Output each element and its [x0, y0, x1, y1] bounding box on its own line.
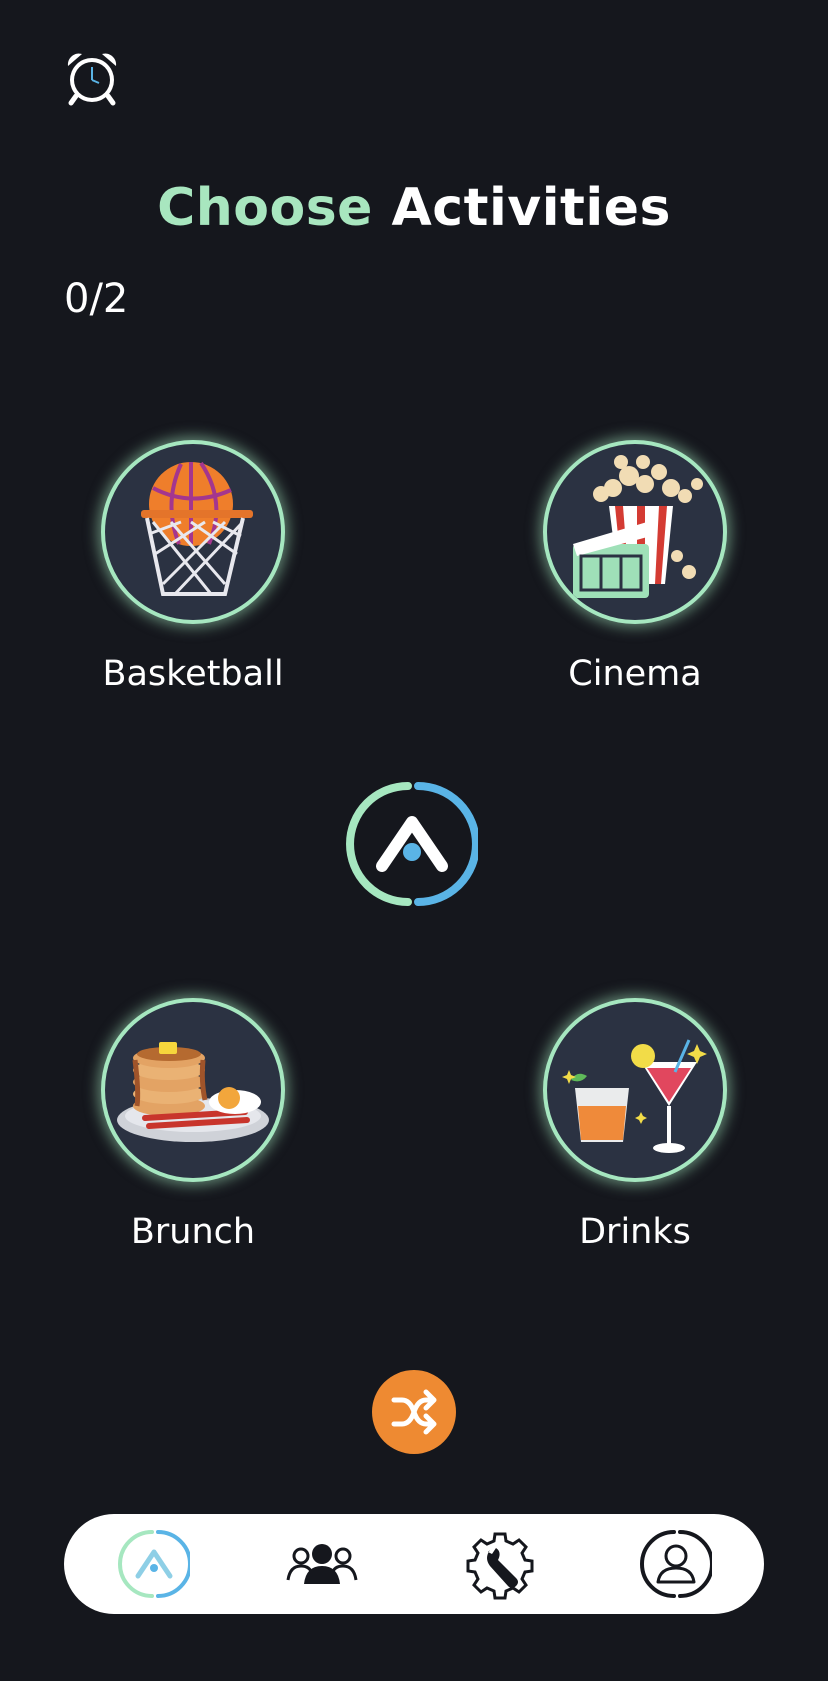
shuffle-icon	[391, 1389, 437, 1435]
nav-profile[interactable]	[640, 1528, 714, 1600]
activity-brunch-circle[interactable]	[101, 998, 285, 1182]
activity-basketball-label: Basketball	[102, 654, 284, 694]
basketball-hoop-icon	[141, 461, 253, 596]
group-icon	[286, 1544, 358, 1584]
nav-settings[interactable]	[464, 1528, 536, 1600]
activity-drinks-label: Drinks	[579, 1212, 691, 1252]
app-logo-icon	[118, 1530, 192, 1598]
title-accent: Choose	[157, 178, 373, 238]
shuffle-button[interactable]	[372, 1370, 456, 1454]
activity-drinks-circle[interactable]	[543, 998, 727, 1182]
bottom-nav-bar	[64, 1514, 764, 1614]
activity-brunch-label: Brunch	[130, 1212, 256, 1252]
wrench-gear-icon	[466, 1532, 534, 1600]
activity-basketball-circle[interactable]	[101, 440, 285, 624]
pancakes-breakfast-icon	[117, 1042, 269, 1142]
nav-friends[interactable]	[286, 1528, 358, 1600]
page-title: Choose Activities	[0, 178, 828, 238]
activity-cinema-label: Cinema	[568, 654, 702, 694]
app-logo-icon	[346, 780, 480, 908]
selection-counter: 0/2	[64, 276, 129, 322]
activity-chooser-screen: Choose Activities 0/2 Basketball Cinema …	[0, 0, 828, 1681]
cocktail-drinks-icon	[562, 1039, 707, 1153]
activity-drinks[interactable]: Drinks	[515, 998, 755, 1252]
nav-home[interactable]	[118, 1528, 192, 1600]
activity-brunch[interactable]: Brunch	[73, 998, 313, 1252]
activity-cinema[interactable]: Cinema	[515, 440, 755, 694]
popcorn-clapperboard-icon	[573, 455, 703, 598]
activity-basketball[interactable]: Basketball	[73, 440, 313, 694]
activity-cinema-circle[interactable]	[543, 440, 727, 624]
alarm-clock-icon[interactable]	[62, 48, 122, 108]
title-rest: Activities	[391, 178, 671, 238]
profile-icon	[640, 1530, 714, 1598]
